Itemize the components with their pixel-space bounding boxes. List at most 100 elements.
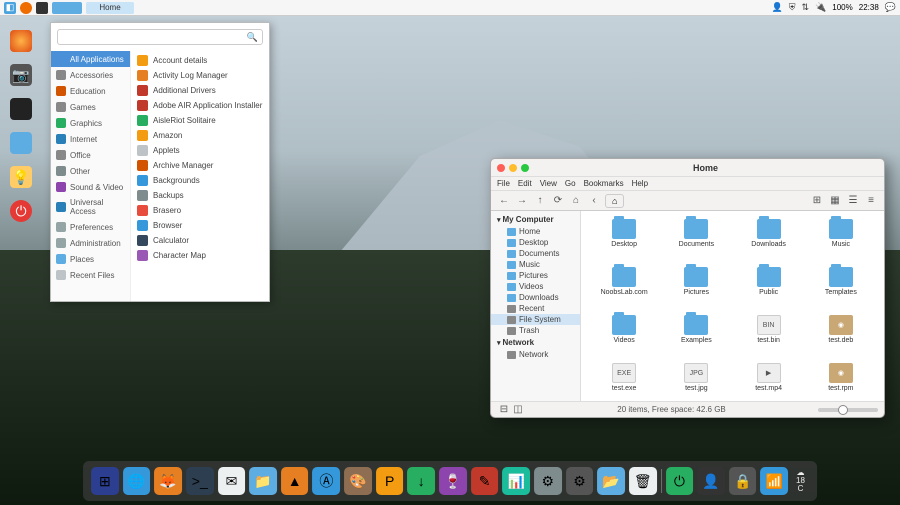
file-item[interactable]: Downloads: [734, 219, 804, 265]
menu-go[interactable]: Go: [565, 179, 576, 188]
notify-icon[interactable]: 💬: [885, 2, 896, 13]
panel-menu-icon[interactable]: ◧: [4, 2, 16, 14]
app-item[interactable]: Backgrounds: [131, 173, 269, 188]
clock[interactable]: 22:38: [859, 3, 879, 12]
file-item[interactable]: Pictures: [661, 267, 731, 313]
category-item[interactable]: Places: [51, 251, 130, 267]
dock-globe-icon[interactable]: 🌐: [123, 467, 151, 495]
maximize-icon[interactable]: [521, 164, 529, 172]
chevron-left-icon[interactable]: ‹: [587, 194, 601, 208]
category-item[interactable]: Preferences: [51, 219, 130, 235]
app-item[interactable]: Brasero: [131, 203, 269, 218]
sidebar-item[interactable]: Downloads: [491, 292, 580, 303]
view-compact-icon[interactable]: ≡: [864, 194, 878, 208]
dock-trash-icon[interactable]: 🗑: [629, 467, 657, 495]
dock-camera-icon[interactable]: 📷: [10, 64, 32, 86]
sidebar-head-network[interactable]: Network: [491, 336, 580, 349]
view-icons-icon[interactable]: ▦: [828, 194, 842, 208]
dock-tips-icon[interactable]: 💡: [10, 166, 32, 188]
dock-firefox-icon[interactable]: [10, 30, 32, 52]
user-icon[interactable]: 👤: [772, 2, 783, 13]
category-item[interactable]: Graphics: [51, 115, 130, 131]
category-item[interactable]: Sound & Video: [51, 179, 130, 195]
dock-editor-icon[interactable]: ✎: [471, 467, 499, 495]
app-item[interactable]: Amazon: [131, 128, 269, 143]
menu-help[interactable]: Help: [632, 179, 648, 188]
dock-terminal-icon[interactable]: >_: [186, 467, 214, 495]
battery-icon[interactable]: 🔌: [815, 2, 826, 13]
dock-appstore-icon[interactable]: Ⓐ: [313, 467, 341, 495]
category-item[interactable]: Other: [51, 163, 130, 179]
panel-firefox-icon[interactable]: [20, 2, 32, 14]
file-item[interactable]: Videos: [589, 315, 659, 361]
sidebar-item[interactable]: Videos: [491, 281, 580, 292]
sidebar-item[interactable]: Home: [491, 226, 580, 237]
network-icon[interactable]: ⇅: [802, 2, 810, 13]
search-icon[interactable]: 🔍: [243, 32, 262, 43]
app-item[interactable]: Calculator: [131, 233, 269, 248]
dock-weather[interactable]: ☁18 C: [792, 469, 809, 493]
nav-up-icon[interactable]: ↑: [533, 194, 547, 208]
menu-bookmarks[interactable]: Bookmarks: [584, 179, 624, 188]
nav-home-icon[interactable]: ⌂: [569, 194, 583, 208]
category-item[interactable]: Accessories: [51, 67, 130, 83]
app-item[interactable]: Character Map: [131, 248, 269, 263]
dock-firefox-icon[interactable]: 🦊: [154, 467, 182, 495]
dock-gimp-icon[interactable]: 🎨: [344, 467, 372, 495]
sidebar-item[interactable]: Pictures: [491, 270, 580, 281]
dock-pycharm-icon[interactable]: P: [376, 467, 404, 495]
sidebar-item[interactable]: Recent: [491, 303, 580, 314]
app-item[interactable]: Activity Log Manager: [131, 68, 269, 83]
sidebar-item[interactable]: Trash: [491, 325, 580, 336]
dock-wifi-icon[interactable]: 📶: [760, 467, 788, 495]
sidebar-head-computer[interactable]: My Computer: [491, 213, 580, 226]
menu-view[interactable]: View: [540, 179, 557, 188]
file-item[interactable]: ◉test.rpm: [806, 363, 876, 401]
app-item[interactable]: Backups: [131, 188, 269, 203]
category-item[interactable]: Office: [51, 147, 130, 163]
fm-titlebar[interactable]: Home: [491, 159, 884, 177]
dock-tool-icon[interactable]: ⚙: [534, 467, 562, 495]
dock-folder2-icon[interactable]: 📂: [597, 467, 625, 495]
menu-search[interactable]: 🔍: [57, 29, 263, 45]
app-item[interactable]: Additional Drivers: [131, 83, 269, 98]
nav-back-icon[interactable]: ←: [497, 194, 511, 208]
file-item[interactable]: ▶test.mp4: [734, 363, 804, 401]
file-item[interactable]: Documents: [661, 219, 731, 265]
sidebar-item[interactable]: Documents: [491, 248, 580, 259]
app-item[interactable]: Browser: [131, 218, 269, 233]
file-item[interactable]: EXEtest.exe: [589, 363, 659, 401]
category-item[interactable]: Universal Access: [51, 195, 130, 219]
view-zoom-icon[interactable]: ⊞: [810, 194, 824, 208]
category-item[interactable]: Games: [51, 99, 130, 115]
menu-file[interactable]: File: [497, 179, 510, 188]
dock-monitor-icon[interactable]: 📊: [502, 467, 530, 495]
panel-files-icon[interactable]: [52, 2, 82, 14]
app-item[interactable]: Applets: [131, 143, 269, 158]
category-item[interactable]: Internet: [51, 131, 130, 147]
file-item[interactable]: ◉test.deb: [806, 315, 876, 361]
file-item[interactable]: BINtest.bin: [734, 315, 804, 361]
view-list-icon[interactable]: ☰: [846, 194, 860, 208]
category-item[interactable]: Administration: [51, 235, 130, 251]
file-item[interactable]: JPGtest.jpg: [661, 363, 731, 401]
dock-files-icon[interactable]: [10, 132, 32, 154]
dock-mail-icon[interactable]: ✉: [218, 467, 246, 495]
file-item[interactable]: Music: [806, 219, 876, 265]
app-item[interactable]: AisleRiot Solitaire: [131, 113, 269, 128]
status-tree-icon[interactable]: ⊟: [497, 403, 511, 417]
sidebar-item[interactable]: Music: [491, 259, 580, 270]
dock-menu-icon[interactable]: ⊞: [91, 467, 119, 495]
sidebar-item[interactable]: Network: [491, 349, 580, 360]
dock-settings-icon[interactable]: ⚙: [566, 467, 594, 495]
dock-terminal-icon[interactable]: [10, 98, 32, 120]
breadcrumb[interactable]: Home: [86, 2, 134, 14]
app-item[interactable]: Adobe AIR Application Installer: [131, 98, 269, 113]
search-input[interactable]: [58, 33, 243, 42]
file-item[interactable]: Examples: [661, 315, 731, 361]
dock-lock-icon[interactable]: 🔒: [729, 467, 757, 495]
app-item[interactable]: Account details: [131, 53, 269, 68]
app-item[interactable]: Archive Manager: [131, 158, 269, 173]
close-icon[interactable]: [497, 164, 505, 172]
menu-edit[interactable]: Edit: [518, 179, 532, 188]
